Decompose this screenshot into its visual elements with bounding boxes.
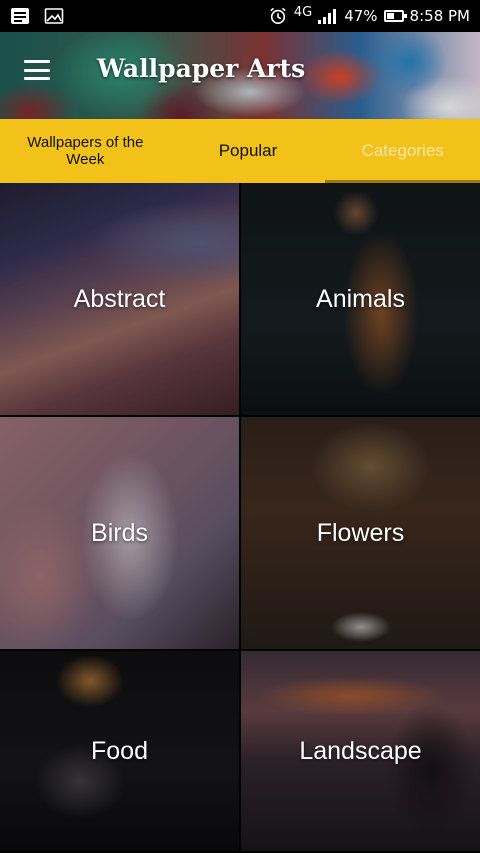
category-tile-birds[interactable]: Birds: [0, 417, 239, 649]
message-icon: [11, 8, 29, 24]
category-label: Flowers: [316, 518, 405, 547]
tab-popular[interactable]: Popular: [171, 119, 326, 183]
category-tile-animals[interactable]: Animals: [241, 183, 480, 415]
category-tile-food[interactable]: Food: [0, 651, 239, 851]
battery-fill: [386, 13, 395, 19]
battery-icon: [383, 10, 407, 22]
tab-bar: Wallpapers of the Week Popular Categorie…: [0, 119, 480, 183]
hamburger-line: [24, 60, 50, 63]
network-type: 4G: [293, 4, 313, 20]
category-label: Abstract: [73, 284, 166, 313]
app-title: Wallpaper Arts: [97, 54, 306, 83]
status-right: 4G 47% 8:58 PM: [268, 4, 470, 25]
status-bar: 4G 47% 8:58 PM: [0, 0, 480, 32]
battery-percent: 47%: [344, 7, 378, 25]
category-grid: Abstract Animals Birds Flowers Food Land…: [0, 183, 480, 853]
clock: 8:58 PM: [409, 7, 470, 25]
category-label: Birds: [91, 518, 148, 547]
signal-icon: [318, 9, 337, 24]
category-label: Animals: [316, 284, 405, 313]
tab-wallpapers-of-the-week[interactable]: Wallpapers of the Week: [0, 119, 171, 183]
hamburger-line: [24, 68, 50, 72]
status-left: [10, 7, 64, 25]
alarm-icon: [270, 7, 286, 25]
category-tile-flowers[interactable]: Flowers: [241, 417, 480, 649]
hamburger-icon[interactable]: [24, 60, 50, 80]
app-header: Wallpaper Arts: [0, 32, 480, 119]
hamburger-line: [24, 77, 50, 80]
category-label: Landscape: [299, 736, 422, 765]
category-tile-landscape[interactable]: Landscape: [241, 651, 480, 851]
category-label: Food: [91, 736, 148, 765]
image-icon: [44, 8, 64, 24]
tab-categories[interactable]: Categories: [325, 119, 480, 183]
category-tile-abstract[interactable]: Abstract: [0, 183, 239, 415]
